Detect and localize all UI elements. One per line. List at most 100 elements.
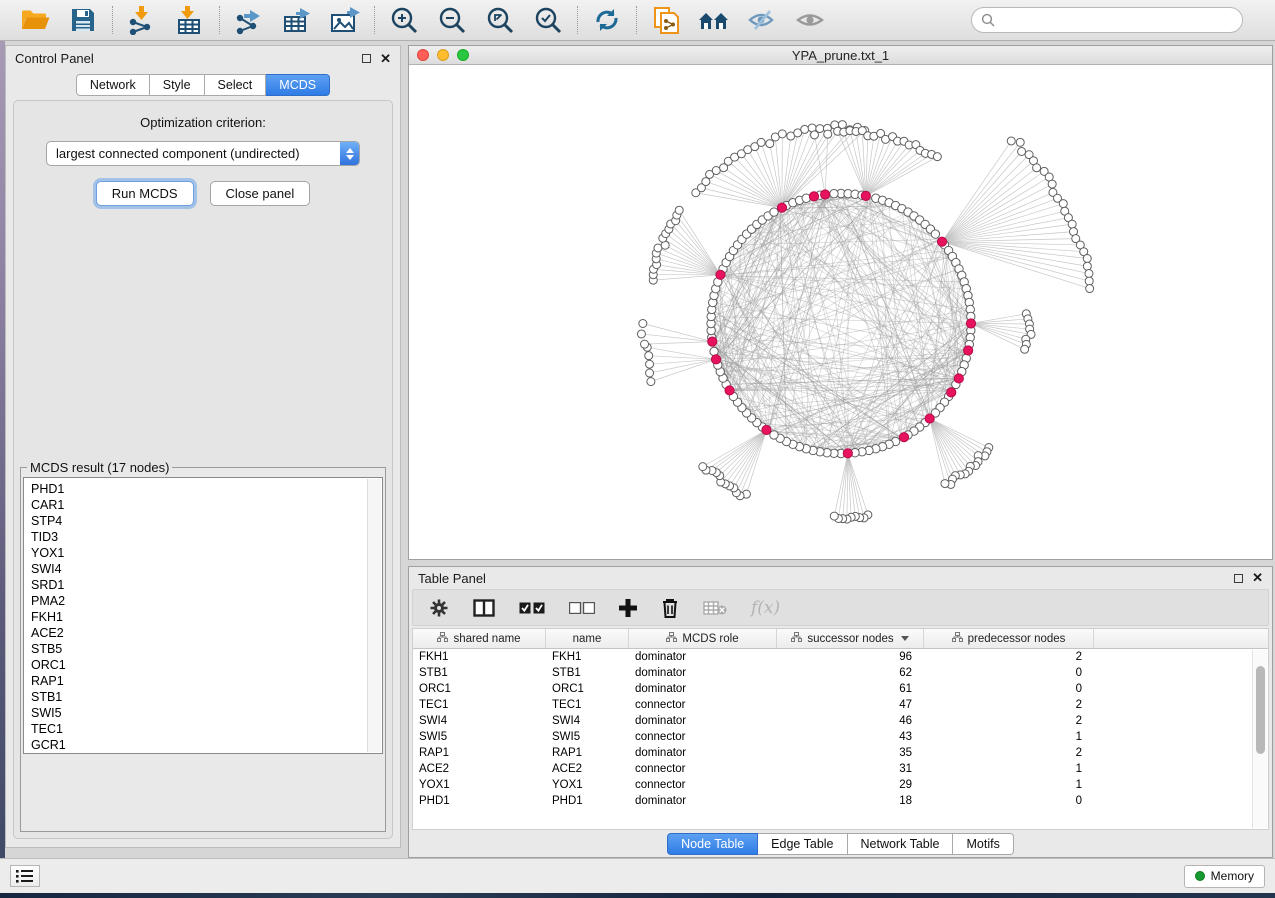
search-box[interactable] [971,7,1243,33]
column-header-successor-nodes[interactable]: successor nodes [777,629,924,648]
table-row[interactable]: TEC1TEC1connector472 [413,697,1268,713]
table-row[interactable]: SWI5SWI5connector431 [413,729,1268,745]
dominator-node[interactable] [937,237,946,246]
hide-selected-eye-icon[interactable] [746,5,778,35]
table-row[interactable]: YOX1YOX1connector291 [413,777,1268,793]
function-builder-icon[interactable]: f(x) [751,598,780,618]
mcds-result-item[interactable]: ORC1 [31,657,382,673]
dominator-node[interactable] [899,433,908,442]
network-window-titlebar[interactable]: YPA_prune.txt_1 [409,46,1272,65]
dominator-node[interactable] [821,190,830,199]
export-network-icon[interactable] [233,5,265,35]
network-node[interactable] [770,208,778,216]
export-table-icon[interactable] [281,5,313,35]
column-header-MCDS-role[interactable]: MCDS role [629,629,777,648]
tab-select[interactable]: Select [205,74,267,96]
mcds-result-item[interactable]: SWI5 [31,705,382,721]
table-settings-gear-icon[interactable] [429,598,449,618]
network-node[interactable] [641,340,649,348]
select-all-icon[interactable] [519,602,545,614]
column-header-predecessor-nodes[interactable]: predecessor nodes [924,629,1094,648]
mcds-result-item[interactable]: ACE2 [31,625,382,641]
network-node[interactable] [1018,147,1026,155]
copy-style-icon[interactable] [650,5,682,35]
network-node[interactable] [1085,277,1093,285]
network-node[interactable] [639,320,647,328]
tab-mcds[interactable]: MCDS [266,74,330,96]
network-node[interactable] [830,512,838,520]
network-node[interactable] [1033,164,1041,172]
network-node[interactable] [1083,262,1091,270]
dominator-node[interactable] [954,374,963,383]
table-row[interactable]: STB1STB1dominator620 [413,665,1268,681]
save-session-icon[interactable] [67,5,99,35]
network-node[interactable] [824,130,832,138]
split-table-icon[interactable] [473,599,495,617]
dominator-node[interactable] [809,192,818,201]
mcds-result-item[interactable]: GCR1 [31,737,382,753]
mcds-result-item[interactable]: STP4 [31,513,382,529]
network-node[interactable] [645,352,653,360]
network-node[interactable] [1083,255,1091,263]
network-node[interactable] [1085,270,1093,278]
mcds-result-list[interactable]: PHD1CAR1STP4TID3YOX1SWI4SRD1PMA2FKH1ACE2… [23,477,383,754]
network-node[interactable] [699,463,707,471]
export-image-icon[interactable] [329,5,361,35]
table-row[interactable]: ORC1ORC1dominator610 [413,681,1268,697]
first-neighbors-icon[interactable] [698,5,730,35]
add-column-icon[interactable] [619,599,637,617]
show-all-eye-icon[interactable] [794,5,826,35]
network-node[interactable] [637,330,645,338]
network-node[interactable] [801,125,809,133]
mcds-result-item[interactable]: YOX1 [31,545,382,561]
delete-table-icon[interactable] [703,600,727,616]
network-node[interactable] [810,131,818,139]
close-panel-icon[interactable]: ✕ [380,54,391,64]
table-row[interactable]: SWI4SWI4dominator462 [413,713,1268,729]
network-node[interactable] [647,378,655,386]
memory-button[interactable]: Memory [1184,865,1265,888]
dominator-node[interactable] [716,270,725,279]
mcds-result-item[interactable]: PHD1 [31,481,382,497]
network-node[interactable] [1068,220,1076,228]
dominator-node[interactable] [777,203,786,212]
mcds-result-item[interactable]: SRD1 [31,577,382,593]
open-file-icon[interactable] [19,5,51,35]
network-node[interactable] [1007,137,1015,145]
network-node[interactable] [1016,138,1024,146]
zoom-selected-icon[interactable] [532,5,564,35]
network-node[interactable] [1086,285,1094,293]
dominator-node[interactable] [947,388,956,397]
dominator-node[interactable] [966,319,975,328]
float-window-icon[interactable] [362,54,371,63]
dominator-node[interactable] [861,191,870,200]
network-node[interactable] [1059,200,1067,208]
network-node[interactable] [778,130,786,138]
mcds-result-item[interactable]: STB1 [31,689,382,705]
mcds-result-item[interactable]: RAP1 [31,673,382,689]
zoom-fit-icon[interactable] [484,5,516,35]
dominator-node[interactable] [762,425,771,434]
table-scrollbar[interactable] [1252,650,1267,828]
table-scrollbar-thumb[interactable] [1256,666,1265,754]
table-tab-edge-table[interactable]: Edge Table [758,833,847,855]
table-tab-motifs[interactable]: Motifs [953,833,1013,855]
dominator-node[interactable] [964,346,973,355]
search-input[interactable] [1000,13,1233,27]
network-node[interactable] [712,167,720,175]
network-node[interactable] [933,153,941,161]
table-tab-node-table[interactable]: Node Table [667,833,758,855]
float-window-icon[interactable] [1234,574,1243,583]
close-panel-button[interactable]: Close panel [210,181,311,206]
import-table-icon[interactable] [174,5,206,35]
mcds-result-item[interactable]: CAR1 [31,497,382,513]
table-tab-network-table[interactable]: Network Table [848,833,954,855]
mcds-result-item[interactable]: SWI4 [31,561,382,577]
mcds-result-item[interactable]: TEC1 [31,721,382,737]
column-header-name[interactable]: name [546,629,629,648]
result-list-scrollbar[interactable] [367,479,381,752]
network-node[interactable] [675,206,683,214]
table-row[interactable]: PHD1PHD1dominator180 [413,793,1268,809]
network-node[interactable] [766,140,774,148]
network-node[interactable] [646,369,654,377]
